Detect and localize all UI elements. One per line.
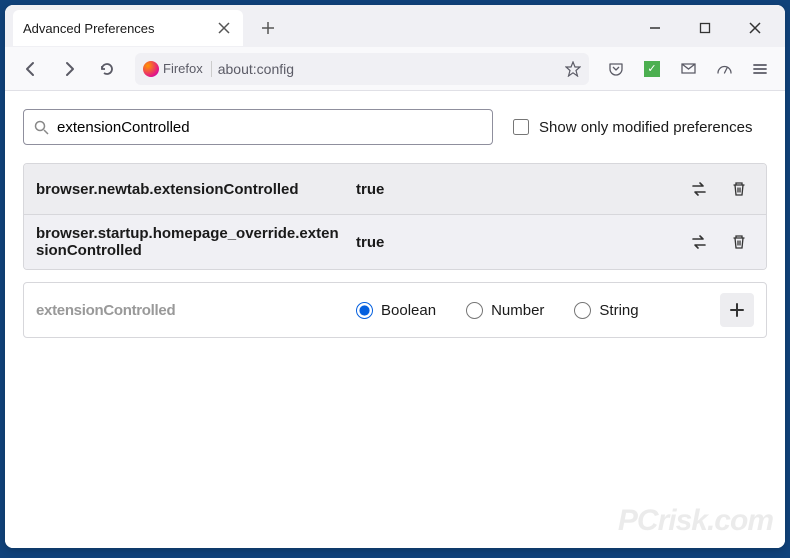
browser-tab[interactable]: Advanced Preferences (13, 10, 243, 46)
address-bar[interactable]: Firefox about:config (135, 53, 589, 85)
radio-string-label: String (599, 302, 638, 319)
hamburger-menu-icon[interactable] (745, 54, 775, 84)
radio-boolean[interactable]: Boolean (356, 302, 436, 319)
dashboard-icon[interactable] (709, 54, 739, 84)
search-box[interactable] (23, 109, 493, 145)
toggle-icon[interactable] (684, 227, 714, 257)
pref-name: browser.startup.homepage_override.extens… (36, 225, 356, 259)
pocket-icon[interactable] (601, 54, 631, 84)
maximize-button[interactable] (685, 13, 725, 43)
toggle-icon[interactable] (684, 174, 714, 204)
radio-number-label: Number (491, 302, 544, 319)
pref-list: browser.newtab.extensionControlled true … (23, 163, 767, 270)
create-pref-row: extensionControlled Boolean Number Strin… (23, 282, 767, 338)
show-modified-input[interactable] (513, 119, 529, 135)
extension-icon[interactable]: ✓ (637, 54, 667, 84)
radio-number-input[interactable] (466, 302, 483, 319)
firefox-logo-icon (143, 61, 159, 77)
titlebar: Advanced Preferences (5, 5, 785, 47)
pref-row: browser.newtab.extensionControlled true (24, 164, 766, 214)
show-modified-checkbox[interactable]: Show only modified preferences (513, 119, 752, 136)
type-radio-group: Boolean Number String (356, 302, 720, 319)
page-content: Show only modified preferences browser.n… (5, 91, 785, 548)
close-window-button[interactable] (735, 13, 775, 43)
watermark: PCrisk.com (618, 504, 773, 538)
window-controls (635, 13, 785, 43)
search-icon (34, 120, 49, 135)
show-modified-label: Show only modified preferences (539, 119, 752, 136)
radio-string-input[interactable] (574, 302, 591, 319)
pref-row: browser.startup.homepage_override.extens… (24, 214, 766, 269)
pref-value: true (356, 181, 684, 198)
forward-button[interactable] (53, 53, 85, 85)
radio-boolean-input[interactable] (356, 302, 373, 319)
delete-icon[interactable] (724, 174, 754, 204)
site-identity[interactable]: Firefox (143, 61, 212, 77)
pref-actions (684, 227, 754, 257)
bookmark-star-icon[interactable] (565, 61, 581, 77)
back-button[interactable] (15, 53, 47, 85)
pref-value: true (356, 234, 684, 251)
pref-actions (684, 174, 754, 204)
delete-icon[interactable] (724, 227, 754, 257)
new-tab-button[interactable] (253, 13, 283, 43)
url-text: about:config (218, 61, 559, 77)
radio-number[interactable]: Number (466, 302, 544, 319)
close-tab-icon[interactable] (215, 19, 233, 37)
mail-icon[interactable] (673, 54, 703, 84)
search-input[interactable] (57, 119, 482, 136)
radio-boolean-label: Boolean (381, 302, 436, 319)
pref-name: browser.newtab.extensionControlled (36, 181, 356, 198)
add-pref-button[interactable] (720, 293, 754, 327)
create-pref-name: extensionControlled (36, 302, 356, 319)
minimize-button[interactable] (635, 13, 675, 43)
identity-label: Firefox (163, 61, 203, 76)
reload-button[interactable] (91, 53, 123, 85)
tab-title: Advanced Preferences (23, 21, 155, 36)
radio-string[interactable]: String (574, 302, 638, 319)
browser-toolbar: Firefox about:config ✓ (5, 47, 785, 91)
search-row: Show only modified preferences (23, 109, 767, 145)
